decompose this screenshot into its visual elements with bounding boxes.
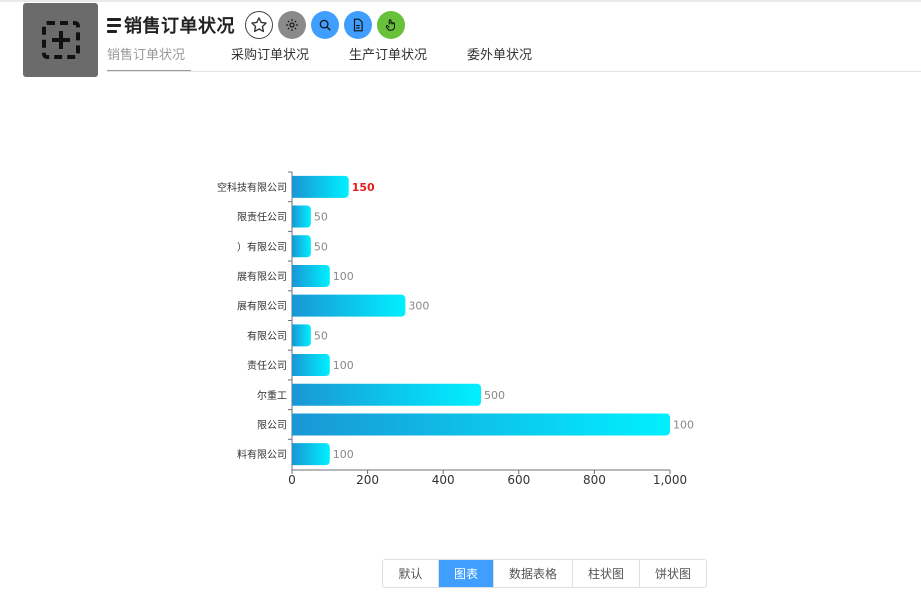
star-icon (251, 17, 267, 33)
favorite-button[interactable] (245, 11, 273, 39)
menu-lines-icon (107, 17, 121, 33)
page-title: 销售订单状况 (124, 16, 235, 37)
view-table-button[interactable]: 数据表格 (493, 560, 572, 587)
add-box-icon (41, 21, 80, 59)
bar-value-label: 150 (352, 181, 375, 194)
bar-value-label: 100 (333, 270, 354, 283)
search-button[interactable] (311, 11, 339, 39)
category-label: 限公司 (257, 419, 287, 431)
bar-value-label: 50 (314, 240, 328, 253)
bar (292, 294, 406, 317)
category-label: 展有限公司 (237, 270, 287, 283)
x-tick-label: 600 (507, 473, 530, 487)
bar-value-label: 100 (333, 359, 354, 372)
bar (292, 235, 311, 258)
bar-value-label: 300 (408, 300, 429, 313)
category-label: 责任公司 (247, 359, 287, 372)
bar (292, 264, 330, 287)
view-default-button[interactable]: 默认 (383, 560, 438, 587)
title-row: 销售订单状况 (107, 9, 405, 41)
bar-value-label: 500 (484, 389, 505, 402)
tab-purchase-orders[interactable]: 采购订单状况 (231, 42, 309, 72)
bar (292, 354, 330, 377)
category-label: 料有限公司 (237, 448, 287, 461)
top-divider (0, 0, 921, 2)
tab-production-orders[interactable]: 生产订单状况 (349, 42, 427, 72)
x-tick-label: 400 (432, 473, 455, 487)
view-bar-chart-button[interactable]: 柱状图 (572, 560, 639, 587)
settings-button[interactable] (278, 11, 306, 39)
tab-divider (107, 71, 921, 72)
tab-sales-orders[interactable]: 销售订单状况 (107, 42, 191, 72)
x-tick-label: 800 (583, 473, 606, 487)
bar (292, 324, 311, 347)
category-label: ）有限公司 (237, 240, 287, 253)
document-button[interactable] (344, 11, 372, 39)
x-tick-label: 0 (288, 473, 296, 487)
tab-outsourcing-orders[interactable]: 委外单状况 (467, 42, 532, 72)
bar (292, 205, 311, 228)
search-icon (319, 19, 331, 31)
bar-value-label: 50 (314, 211, 328, 224)
bar-value-label: 50 (314, 329, 328, 342)
category-label: 有限公司 (247, 329, 287, 342)
x-tick-label: 1,000 (653, 473, 687, 487)
x-tick-label: 200 (356, 473, 379, 487)
tab-bar: 销售订单状况 采购订单状况 生产订单状况 委外单状况 (107, 42, 532, 72)
category-label: 限责任公司 (237, 211, 287, 224)
touch-button[interactable] (377, 11, 405, 39)
document-icon (353, 18, 363, 32)
gear-icon (286, 19, 298, 31)
bar-value-label: 100 (333, 448, 354, 461)
hand-pointer-icon (385, 19, 396, 31)
sales-order-chart: 0 200 400 600 800 1,000 空科技有限公司限责任公司 ）有限公司展有限公司… (0, 160, 921, 490)
add-widget-tile[interactable] (23, 3, 98, 77)
view-toggle: 默认 图表 数据表格 柱状图 饼状图 (382, 559, 707, 588)
view-chart-button[interactable]: 图表 (438, 560, 493, 587)
category-label: 尔重工 (257, 389, 287, 402)
bar-value-label: 100 (673, 418, 694, 431)
view-pie-chart-button[interactable]: 饼状图 (639, 560, 706, 587)
bar (292, 413, 670, 436)
bar (292, 443, 330, 466)
category-label: 空科技有限公司 (217, 181, 287, 194)
bar (292, 175, 349, 198)
category-label: 展有限公司 (237, 300, 287, 313)
bar (292, 383, 481, 406)
bar-chart: 0 200 400 600 800 1,000 空科技有限公司限责任公司 ）有限公司展有限公司… (217, 171, 694, 487)
